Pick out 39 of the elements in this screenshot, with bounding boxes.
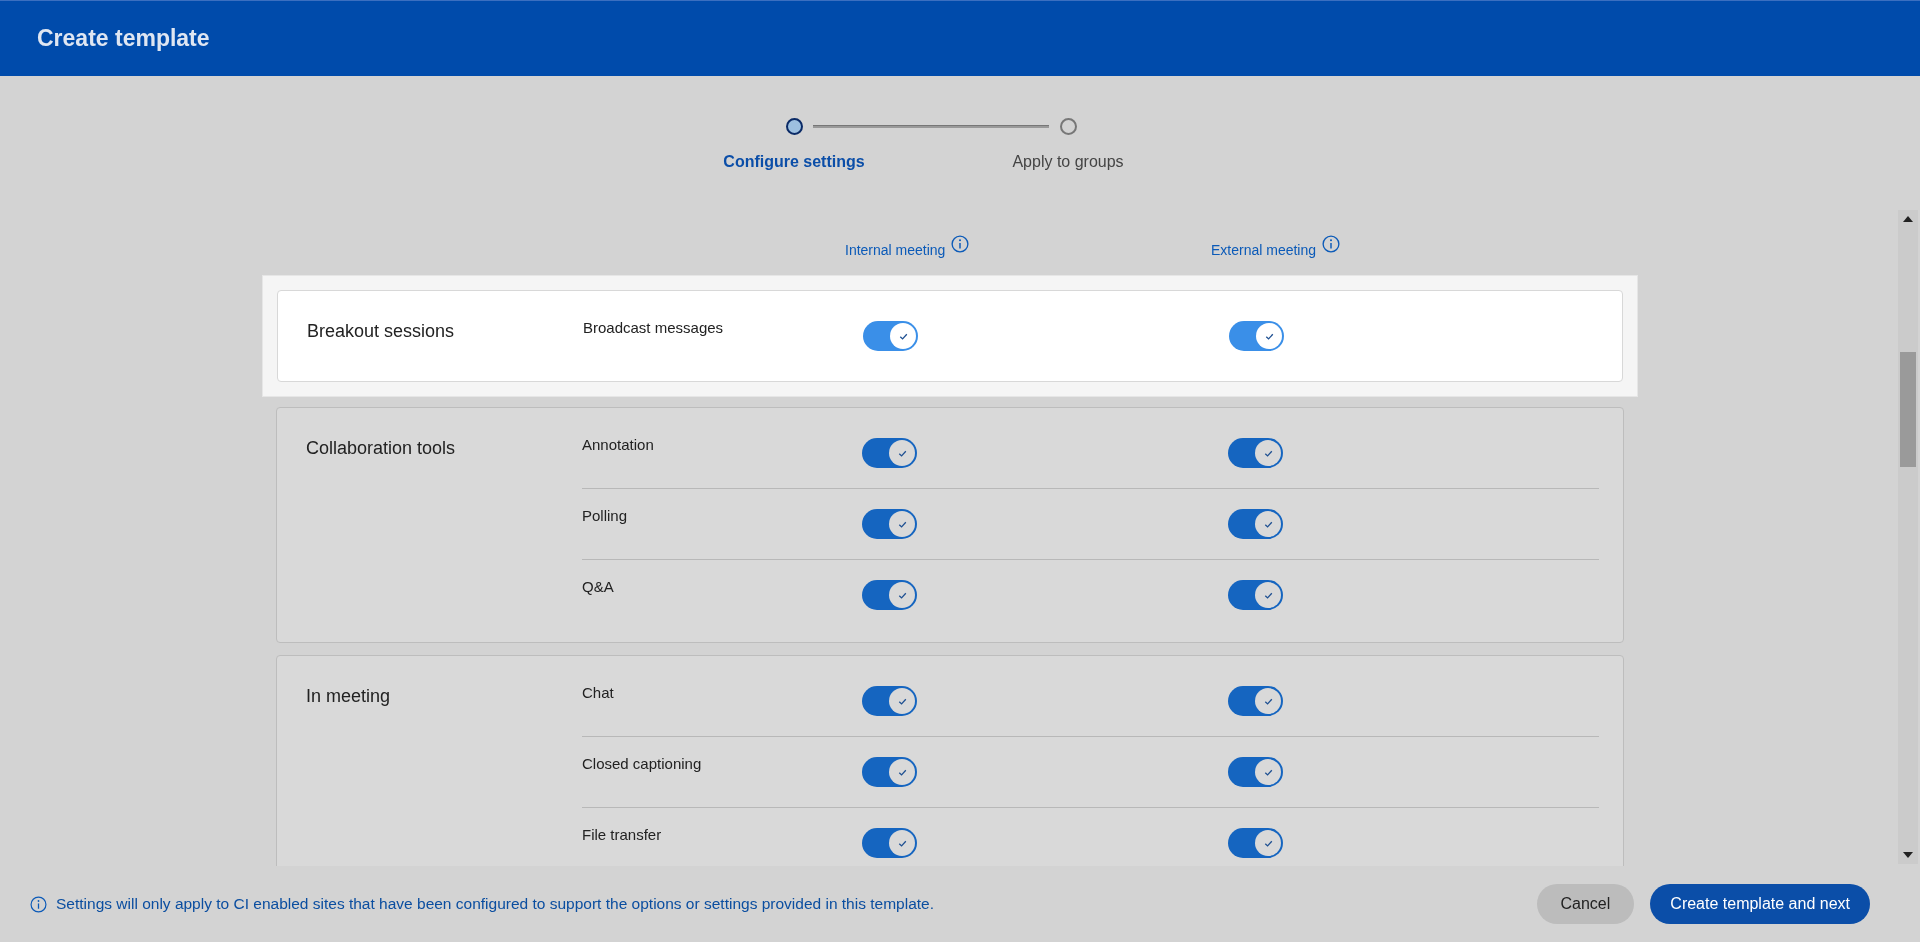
group-label: In meeting bbox=[306, 685, 392, 708]
window-title: Create template bbox=[37, 25, 210, 52]
toggle-switch[interactable] bbox=[1228, 509, 1283, 539]
toggle-switch[interactable] bbox=[862, 438, 917, 468]
toggle-switch[interactable] bbox=[862, 686, 917, 716]
setting-label: File transfer bbox=[582, 825, 663, 843]
scroll-up-icon[interactable] bbox=[1903, 216, 1913, 222]
toggle-switch[interactable] bbox=[1228, 580, 1283, 610]
info-icon[interactable] bbox=[951, 235, 970, 253]
toggle-switch[interactable] bbox=[862, 757, 917, 787]
group-label: Breakout sessions bbox=[307, 320, 456, 343]
setting-label: Annotation bbox=[582, 435, 655, 453]
info-icon bbox=[30, 895, 47, 913]
column-header: External meeting bbox=[1211, 242, 1317, 258]
toggle-switch[interactable] bbox=[1229, 321, 1284, 351]
footer-note: Settings will only apply to CI enabled sites that have been configured to support the options or settings provided in this template. bbox=[56, 895, 934, 913]
scroll-down-icon[interactable] bbox=[1903, 852, 1913, 858]
step-label[interactable]: Configure settings bbox=[723, 153, 865, 171]
setting-label: Polling bbox=[582, 506, 629, 524]
info-icon[interactable] bbox=[1322, 235, 1341, 253]
setting-label: Broadcast messages bbox=[583, 318, 725, 336]
scrollbar[interactable] bbox=[1898, 210, 1918, 864]
setting-label: Closed captioning bbox=[582, 754, 703, 772]
step-label[interactable]: Apply to groups bbox=[1012, 153, 1124, 171]
column-header: Internal meeting bbox=[845, 242, 946, 258]
setting-label: Chat bbox=[582, 683, 615, 701]
toggle-switch[interactable] bbox=[1228, 828, 1283, 858]
toggle-switch[interactable] bbox=[1228, 686, 1283, 716]
toggle-switch[interactable] bbox=[862, 580, 917, 610]
primary-button[interactable]: Create template and next bbox=[1650, 884, 1870, 924]
toggle-switch[interactable] bbox=[862, 509, 917, 539]
scrollbar-thumb[interactable] bbox=[1900, 352, 1916, 467]
cancel-button[interactable]: Cancel bbox=[1536, 884, 1635, 924]
toggle-switch[interactable] bbox=[1228, 757, 1283, 787]
toggle-switch[interactable] bbox=[862, 828, 917, 858]
toggle-switch[interactable] bbox=[863, 321, 918, 351]
toggle-switch[interactable] bbox=[1228, 438, 1283, 468]
group-label: Collaboration tools bbox=[306, 437, 457, 460]
setting-label: Q&A bbox=[582, 577, 615, 595]
